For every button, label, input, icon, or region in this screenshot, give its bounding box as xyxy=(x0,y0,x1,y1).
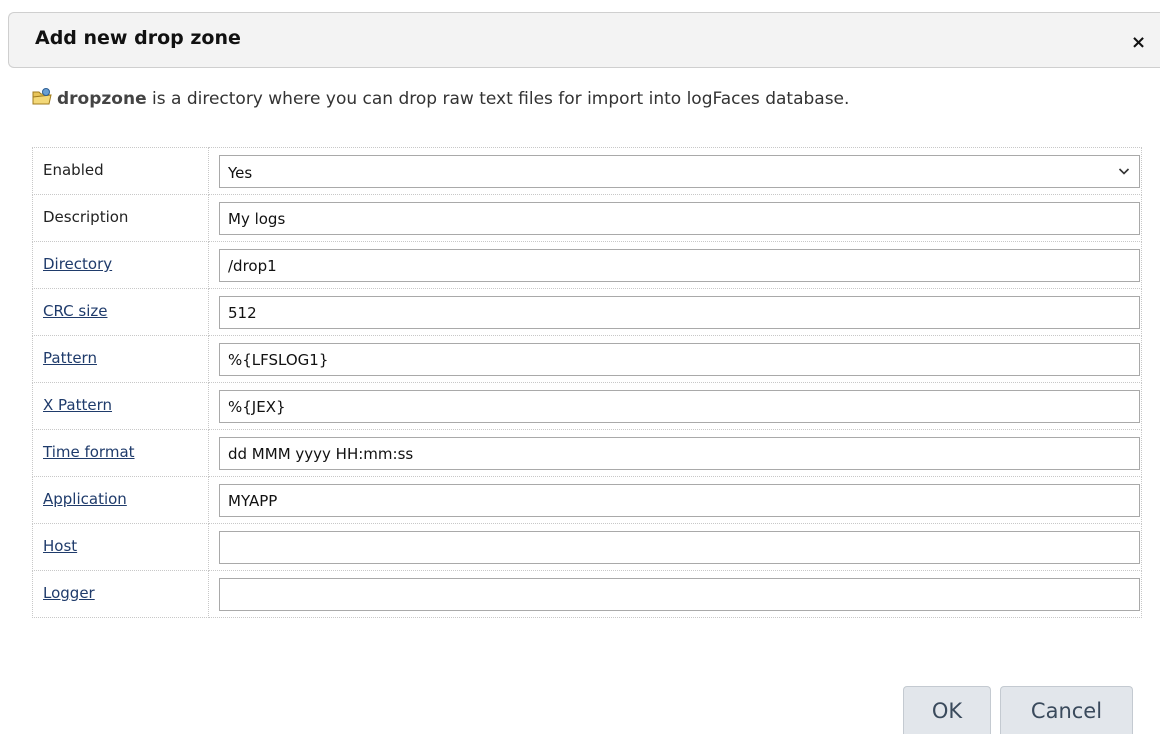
enabled-select[interactable]: Yes xyxy=(219,154,1140,188)
label-cell: CRC size xyxy=(32,288,209,336)
value-cell xyxy=(208,476,1142,524)
time-format-label-link[interactable]: Time format xyxy=(43,443,135,461)
value-cell xyxy=(208,241,1142,289)
label-cell: Enabled xyxy=(32,147,209,195)
crc-size-label-link[interactable]: CRC size xyxy=(43,302,107,320)
intro-lead: dropzone xyxy=(57,89,147,109)
form-row-directory: Directory xyxy=(32,241,1142,289)
value-cell xyxy=(208,335,1142,383)
value-cell xyxy=(208,382,1142,430)
directory-label-link[interactable]: Directory xyxy=(43,255,112,273)
label-cell: Logger xyxy=(32,570,209,618)
application-label-link[interactable]: Application xyxy=(43,490,127,508)
dialog-title: Add new drop zone xyxy=(35,27,241,49)
form-row-pattern: Pattern xyxy=(32,335,1142,383)
form-row-time-format: Time format xyxy=(32,429,1142,477)
label-cell: Time format xyxy=(32,429,209,477)
host-label-link[interactable]: Host xyxy=(43,537,77,555)
enabled-select-value: Yes xyxy=(228,163,253,182)
value-cell xyxy=(208,429,1142,477)
intro-description: is a directory where you can drop raw te… xyxy=(146,89,850,109)
label-cell: Host xyxy=(32,523,209,571)
x-pattern-label-link[interactable]: X Pattern xyxy=(43,396,112,414)
logger-input[interactable] xyxy=(219,577,1140,611)
cancel-button[interactable]: Cancel xyxy=(1000,686,1133,734)
value-cell: Yes xyxy=(208,147,1142,195)
label-cell: Application xyxy=(32,476,209,524)
logger-label-link[interactable]: Logger xyxy=(43,584,95,602)
crc-size-input[interactable] xyxy=(219,295,1140,329)
value-cell xyxy=(208,523,1142,571)
directory-input[interactable] xyxy=(219,248,1140,282)
form-row-host: Host xyxy=(32,523,1142,571)
close-button[interactable]: × xyxy=(1131,32,1146,53)
chevron-down-icon xyxy=(1118,167,1130,175)
form-row-description: Description xyxy=(32,194,1142,242)
time-format-input[interactable] xyxy=(219,436,1140,470)
form-row-enabled: Enabled Yes xyxy=(32,147,1142,195)
label-cell: X Pattern xyxy=(32,382,209,430)
pattern-input[interactable] xyxy=(219,342,1140,376)
form-row-crc-size: CRC size xyxy=(32,288,1142,336)
folder-edit-icon xyxy=(32,88,52,105)
value-cell xyxy=(208,194,1142,242)
value-cell xyxy=(208,288,1142,336)
description-input[interactable] xyxy=(219,201,1140,235)
pattern-label-link[interactable]: Pattern xyxy=(43,349,97,367)
label-cell: Pattern xyxy=(32,335,209,383)
application-input[interactable] xyxy=(219,483,1140,517)
enabled-label: Enabled xyxy=(43,161,104,179)
close-icon: × xyxy=(1131,32,1147,53)
dropzone-form: Enabled Yes Description Directory CRC si… xyxy=(32,147,1142,618)
x-pattern-input[interactable] xyxy=(219,389,1140,423)
value-cell xyxy=(208,570,1142,618)
ok-button[interactable]: OK xyxy=(903,686,991,734)
form-row-application: Application xyxy=(32,476,1142,524)
label-cell: Description xyxy=(32,194,209,242)
form-row-x-pattern: X Pattern xyxy=(32,382,1142,430)
form-row-logger: Logger xyxy=(32,570,1142,618)
host-input[interactable] xyxy=(219,530,1140,564)
description-label: Description xyxy=(43,208,129,226)
dialog-header: Add new drop zone xyxy=(8,12,1160,68)
label-cell: Directory xyxy=(32,241,209,289)
intro-text: dropzone is a directory where you can dr… xyxy=(32,88,849,109)
